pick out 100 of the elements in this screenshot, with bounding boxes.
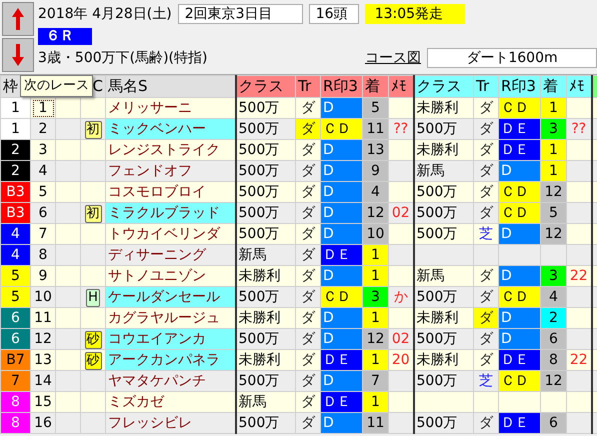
class-cell: 新馬 bbox=[236, 244, 296, 266]
finish-cell: 6 bbox=[540, 328, 566, 350]
bracket-cell: 2 bbox=[0, 160, 30, 182]
finish-cell: 13 bbox=[362, 140, 388, 160]
finish-cell: 4 bbox=[540, 286, 566, 308]
column-header[interactable]: Tr bbox=[296, 76, 320, 98]
class-cell: 500万 bbox=[236, 98, 296, 118]
column-header[interactable]: R印3 bbox=[498, 76, 540, 98]
track-cell: ダ bbox=[474, 308, 498, 328]
column-header[interactable]: 着 bbox=[362, 76, 388, 98]
track-cell: ダ bbox=[296, 392, 320, 412]
finish-cell: 10 bbox=[362, 224, 388, 244]
grade-cell: ＣＤ bbox=[498, 182, 540, 202]
grade-cell: D bbox=[320, 328, 362, 350]
tooltip: 次のレース bbox=[20, 75, 93, 97]
track-cell: ダ bbox=[296, 286, 320, 308]
horse-number-cell: 9 bbox=[30, 266, 56, 286]
finish-cell: 3 bbox=[362, 286, 388, 308]
mark-badge: 砂 bbox=[84, 352, 102, 370]
track-cell: ダ bbox=[296, 182, 320, 202]
class-cell: 新馬 bbox=[414, 160, 474, 182]
finish-cell: 11 bbox=[362, 118, 388, 140]
horse-name-cell: トウカイベリンダ bbox=[106, 224, 236, 244]
grade-cell: ＣＤ bbox=[498, 370, 540, 392]
horse-number-cell: 1 bbox=[30, 98, 56, 118]
bracket-cell: B3 bbox=[0, 202, 30, 224]
grade-cell: D bbox=[498, 308, 540, 328]
horse-number-cell: 13 bbox=[30, 350, 56, 370]
grade-cell: D bbox=[320, 266, 362, 286]
class-cell: 500万 bbox=[236, 140, 296, 160]
grade-cell: ＤＥ bbox=[320, 244, 362, 266]
column-header[interactable]: 馬名S bbox=[106, 76, 236, 98]
class-cell: 500万 bbox=[236, 370, 296, 392]
track-cell: ダ bbox=[296, 266, 320, 286]
track-cell: ダ bbox=[474, 160, 498, 182]
horse-name-cell: ケールダンセール bbox=[106, 286, 236, 308]
grade-cell: ＣＤ bbox=[498, 202, 540, 224]
course-map-link[interactable]: コース図 bbox=[365, 48, 421, 68]
finish-cell: 11 bbox=[362, 412, 388, 434]
horse-name-cell: レンジストライク bbox=[106, 140, 236, 160]
grade-cell: ＣＤ bbox=[320, 286, 362, 308]
finish-cell: 12 bbox=[540, 224, 566, 244]
class-cell: 500万 bbox=[236, 202, 296, 224]
grade-cell: D bbox=[498, 266, 540, 286]
horse-name-cell: ミラクルブラッド bbox=[106, 202, 236, 224]
column-header[interactable]: Tr bbox=[474, 76, 498, 98]
horse-number-cell: 2 bbox=[30, 118, 56, 140]
finish-cell: 1 bbox=[540, 160, 566, 182]
horse-number-cell: 14 bbox=[30, 370, 56, 392]
finish-cell: 1 bbox=[540, 98, 566, 118]
track-cell: ダ bbox=[474, 286, 498, 308]
finish-cell: 12 bbox=[540, 370, 566, 392]
runners-field: 16頭 bbox=[308, 4, 359, 24]
horse-number-cell: 15 bbox=[30, 392, 56, 412]
bracket-cell: 8 bbox=[0, 412, 30, 434]
track-cell: ダ bbox=[474, 350, 498, 370]
track-cell: ダ bbox=[474, 140, 498, 160]
track-cell: ダ bbox=[296, 244, 320, 266]
finish-cell: 4 bbox=[362, 182, 388, 202]
column-header[interactable]: クラス bbox=[236, 76, 296, 98]
class-cell: 500万 bbox=[414, 328, 474, 350]
previous-race-button[interactable] bbox=[2, 2, 34, 36]
grade-cell: D bbox=[320, 182, 362, 202]
column-header[interactable]: ﾒﾓ bbox=[566, 76, 592, 98]
horse-number-cell: 10 bbox=[30, 286, 56, 308]
finish-cell: 1 bbox=[362, 350, 388, 370]
finish-cell: 1 bbox=[362, 244, 388, 266]
class-cell: 500万 bbox=[236, 412, 296, 434]
horse-number-cell: 4 bbox=[30, 160, 56, 182]
class-cell: 500万 bbox=[414, 412, 474, 434]
grade-cell: D bbox=[320, 160, 362, 182]
bracket-cell: 4 bbox=[0, 244, 30, 266]
memo-cell: 02 bbox=[388, 202, 414, 224]
column-header[interactable]: ﾒﾓ bbox=[388, 76, 414, 98]
horse-name-cell: サトノユニゾン bbox=[106, 266, 236, 286]
race-number-label: ６Ｒ bbox=[38, 28, 92, 44]
finish-cell: 5 bbox=[540, 202, 566, 224]
bracket-cell: 6 bbox=[0, 308, 30, 328]
grade-cell: ＤＥ bbox=[320, 392, 362, 412]
mark-badge: H bbox=[86, 288, 100, 306]
horse-number-cell: 11 bbox=[30, 308, 56, 328]
column-header[interactable]: 着 bbox=[540, 76, 566, 98]
grade-cell: ＤＥ bbox=[320, 350, 362, 370]
grade-cell: D bbox=[320, 202, 362, 224]
horse-name-cell: カグラヤルージュ bbox=[106, 308, 236, 328]
horse-name-cell: コウエイアンカ bbox=[106, 328, 236, 350]
finish-cell: 1 bbox=[362, 392, 388, 412]
class-cell: 500万 bbox=[236, 182, 296, 202]
horse-name-cell: ヤマタケパンチ bbox=[106, 370, 236, 392]
track-cell: ダ bbox=[474, 328, 498, 350]
bracket-cell: 6 bbox=[0, 328, 30, 350]
track-cell: ダ bbox=[474, 118, 498, 140]
horse-name-cell: ミックベンハー bbox=[106, 118, 236, 140]
finish-cell: 12 bbox=[362, 202, 388, 224]
column-header[interactable]: R印3 bbox=[320, 76, 362, 98]
column-header[interactable]: クラス bbox=[414, 76, 474, 98]
class-cell: 500万 bbox=[414, 202, 474, 224]
horse-number-cell: 8 bbox=[30, 244, 56, 266]
bracket-cell: 2 bbox=[0, 140, 30, 160]
next-race-button[interactable] bbox=[2, 38, 34, 72]
